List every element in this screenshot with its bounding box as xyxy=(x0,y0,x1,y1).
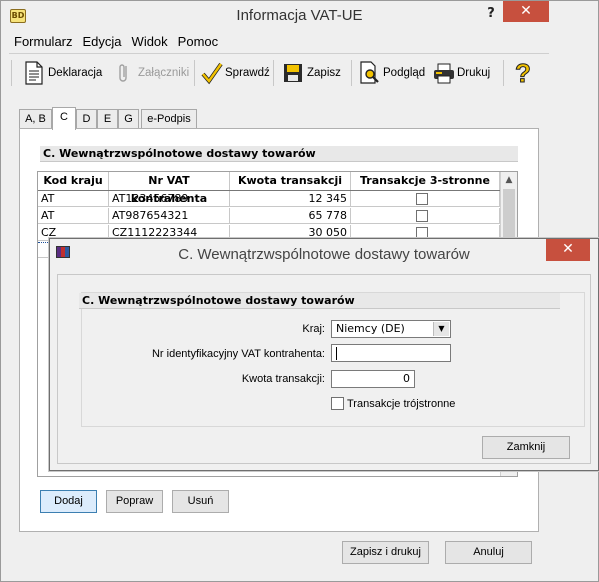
kraj-value: Niemcy (DE) xyxy=(336,322,405,335)
cell-vat: AT987654321 xyxy=(109,208,230,224)
column-header-kod-kraju[interactable]: Kod kraju xyxy=(38,172,109,190)
zalaczniki-button[interactable]: Załączniki xyxy=(114,59,194,87)
triangular-checkbox[interactable] xyxy=(416,193,428,205)
edit-dialog: C. Wewnątrzwspólnotowe dostawy towarów ✕… xyxy=(49,238,599,471)
toolbar-separator xyxy=(11,60,12,86)
kraj-label: Kraj: xyxy=(302,323,325,335)
cell-vat: AT123456789 xyxy=(109,191,230,207)
kwota-field[interactable]: 0 xyxy=(331,370,415,388)
zapisz-button[interactable]: Zapisz xyxy=(283,59,347,87)
deklaracja-button[interactable]: Deklaracja xyxy=(24,59,106,87)
tab-d[interactable]: D xyxy=(76,109,97,129)
sprawdz-button[interactable]: Sprawdź xyxy=(201,59,271,87)
vat-label: Nr identyfikacyjny VAT kontrahenta: xyxy=(151,348,325,360)
dodaj-button[interactable]: Dodaj xyxy=(40,490,97,513)
menu-pomoc[interactable]: Pomoc xyxy=(173,33,223,51)
column-header-kwota[interactable]: Kwota transakcji xyxy=(230,172,351,190)
toolbar-separator xyxy=(503,60,504,86)
checkmark-icon xyxy=(201,61,223,85)
deklaracja-label: Deklaracja xyxy=(48,67,103,79)
paperclip-icon xyxy=(114,61,136,85)
podglad-button[interactable]: Podgląd xyxy=(359,59,431,87)
sprawdz-label: Sprawdź xyxy=(225,67,270,79)
column-header-transakcje-3-stronne[interactable]: Transakcje 3-stronne xyxy=(351,172,500,190)
cell-country: AT xyxy=(38,208,109,224)
dialog-title-bar[interactable]: C. Wewnątrzwspólnotowe dostawy towarów ✕ xyxy=(50,239,598,269)
menu-edycja[interactable]: Edycja xyxy=(78,33,127,51)
cell-triangular xyxy=(351,191,500,207)
zamknij-button[interactable]: Zamknij xyxy=(482,436,570,459)
kraj-select[interactable]: Niemcy (DE) ▼ xyxy=(331,320,451,338)
podglad-label: Podgląd xyxy=(383,67,426,79)
toolbar-separator xyxy=(273,60,274,86)
document-icon xyxy=(24,61,46,85)
toolbar: Deklaracja Załączniki Sprawdź Zapisz Pod… xyxy=(9,53,549,91)
zalaczniki-label: Załączniki xyxy=(138,67,190,79)
menu-widok[interactable]: Widok xyxy=(127,33,173,51)
tab-e-podpis[interactable]: e-Podpis xyxy=(141,109,197,129)
drukuj-label: Drukuj xyxy=(457,67,491,79)
tab-g[interactable]: G xyxy=(118,109,139,129)
zapisz-label: Zapisz xyxy=(307,67,341,79)
section-header: C. Wewnątrzwspólnotowe dostawy towarów xyxy=(40,146,518,162)
scroll-up-arrow-icon[interactable]: ▲ xyxy=(501,172,517,188)
printer-icon xyxy=(433,61,455,85)
zapisz-i-drukuj-button[interactable]: Zapisz i drukuj xyxy=(342,541,429,564)
dialog-title: C. Wewnątrzwspólnotowe dostawy towarów xyxy=(178,246,470,263)
triangular-checkbox[interactable] xyxy=(331,397,344,410)
usun-button[interactable]: Usuń xyxy=(172,490,229,513)
help-button[interactable]: ? xyxy=(481,4,501,24)
menu-bar: Formularz Edycja Widok Pomoc xyxy=(9,33,223,51)
text-caret xyxy=(336,347,337,360)
title-bar[interactable]: BD Informacja VAT-UE ? ✕ xyxy=(1,1,598,31)
popraw-button[interactable]: Popraw xyxy=(106,490,163,513)
menu-formularz[interactable]: Formularz xyxy=(9,33,78,51)
anuluj-button[interactable]: Anuluj xyxy=(445,541,532,564)
table-row[interactable]: AT AT987654321 65 778 xyxy=(38,208,500,224)
cell-amount: 65 778 xyxy=(230,208,351,224)
cell-country: AT xyxy=(38,191,109,207)
column-header-nr-vat[interactable]: Nr VAT kontrahenta xyxy=(109,172,230,205)
dialog-close-button[interactable]: ✕ xyxy=(546,239,590,261)
toolbar-separator xyxy=(194,60,195,86)
tab-a-b[interactable]: A, B xyxy=(19,109,52,129)
cell-amount: 12 345 xyxy=(230,191,351,207)
toolbar-separator xyxy=(351,60,352,86)
tab-c[interactable]: C xyxy=(52,107,76,130)
drukuj-button[interactable]: Drukuj xyxy=(433,59,499,87)
table-row[interactable]: AT AT123456789 12 345 xyxy=(38,191,500,207)
close-button[interactable]: ✕ xyxy=(503,1,549,22)
help-toolbar-button[interactable]: ? xyxy=(512,59,540,87)
triangular-checkbox[interactable] xyxy=(416,210,428,222)
triangular-label[interactable]: Transakcje trójstronne xyxy=(347,397,455,411)
question-mark-icon: ? xyxy=(515,58,532,88)
grid-header: Kod kraju Nr VAT kontrahenta Kwota trans… xyxy=(38,172,517,205)
kwota-label: Kwota transakcji: xyxy=(241,373,325,385)
tab-e[interactable]: E xyxy=(97,109,118,129)
print-preview-icon xyxy=(359,61,381,85)
vat-field[interactable] xyxy=(331,344,451,362)
dialog-section-header: C. Wewnątrzwspólnotowe dostawy towarów xyxy=(79,293,560,309)
cell-triangular xyxy=(351,208,500,224)
chevron-down-icon[interactable]: ▼ xyxy=(433,322,449,336)
floppy-disk-icon xyxy=(283,61,305,85)
